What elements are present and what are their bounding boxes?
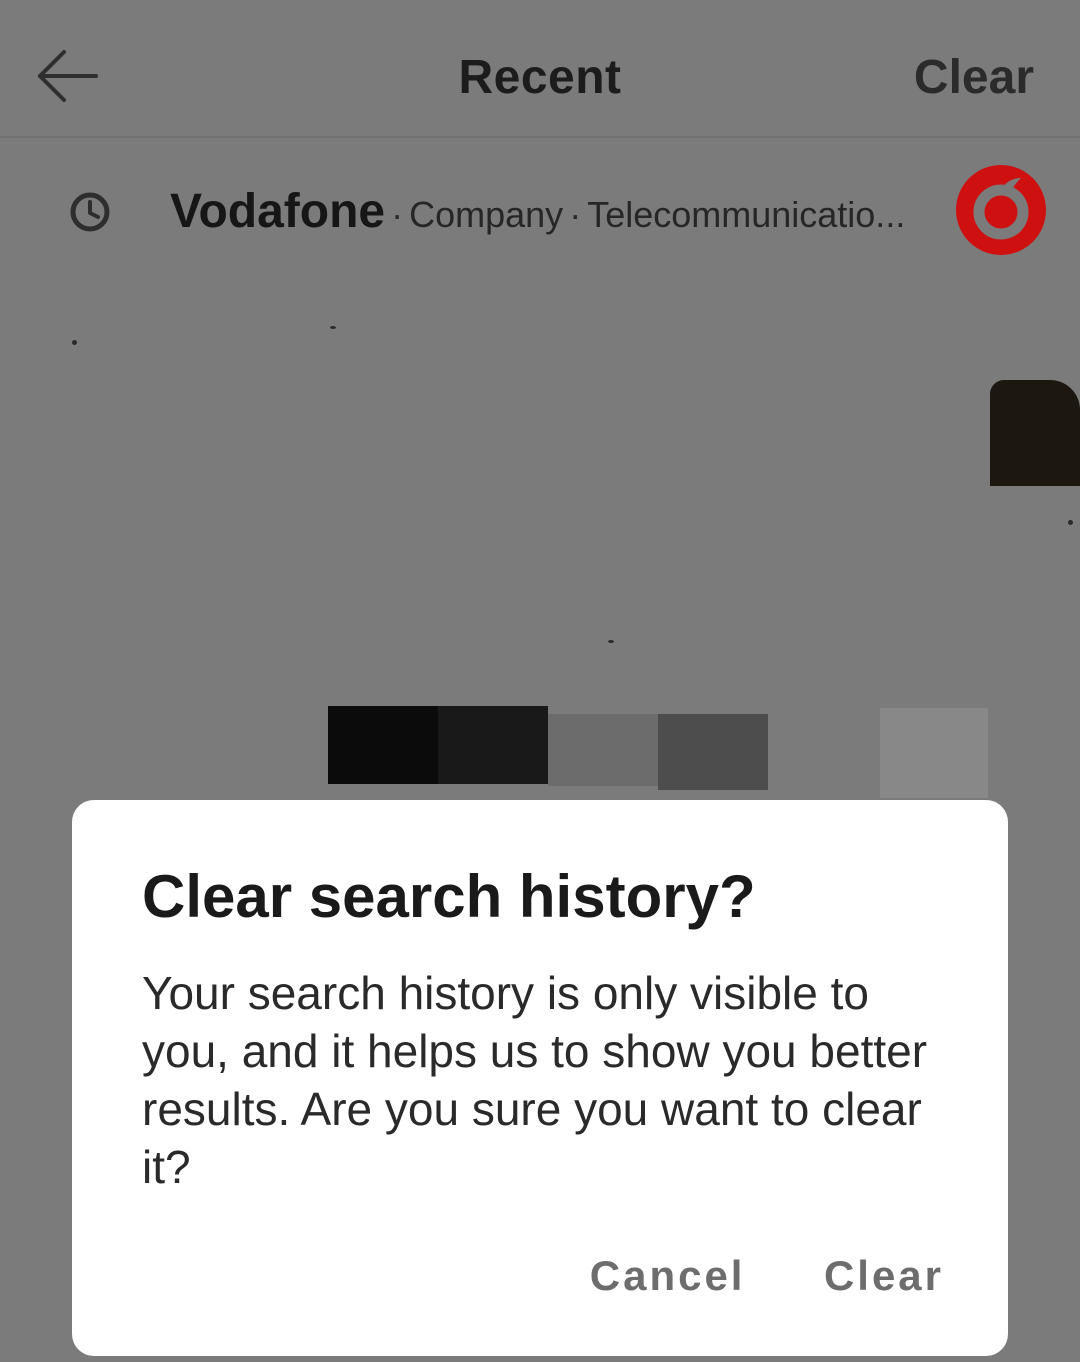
- clear-history-dialog: Clear search history? Your search histor…: [72, 800, 1008, 1356]
- clear-all-button[interactable]: Clear: [914, 50, 1034, 105]
- separator-dot: ·: [391, 194, 404, 235]
- background-speck: [608, 640, 614, 643]
- recent-item-name: Vodafone: [170, 185, 386, 238]
- redacted-block: [548, 714, 658, 786]
- recent-item-category: Telecommunicatio...: [587, 194, 906, 235]
- background-speck: [1068, 520, 1073, 525]
- redacted-block: [658, 714, 768, 790]
- dialog-actions: Cancel Clear: [516, 1252, 944, 1300]
- recent-item-type: Company: [409, 194, 564, 235]
- background-speck: [72, 340, 77, 345]
- confirm-clear-button[interactable]: Clear: [824, 1252, 944, 1300]
- vodafone-logo: [956, 165, 1046, 255]
- redacted-block: [438, 706, 548, 784]
- top-app-bar: Recent Clear: [0, 0, 1080, 138]
- dialog-message: Your search history is only visible to y…: [142, 967, 928, 1193]
- dialog-title: Clear search history?: [142, 863, 756, 930]
- background-speck: [330, 326, 336, 329]
- history-clock-icon: [70, 192, 110, 232]
- recent-search-item[interactable]: Vodafone · Company · Telecommunicatio...: [0, 150, 1080, 270]
- cancel-button[interactable]: Cancel: [590, 1252, 746, 1300]
- redacted-block: [880, 708, 988, 798]
- recent-item-text: Vodafone · Company · Telecommunicatio...: [170, 184, 940, 239]
- separator-dot: ·: [569, 194, 582, 235]
- redacted-block: [990, 380, 1080, 486]
- redacted-block: [328, 706, 438, 784]
